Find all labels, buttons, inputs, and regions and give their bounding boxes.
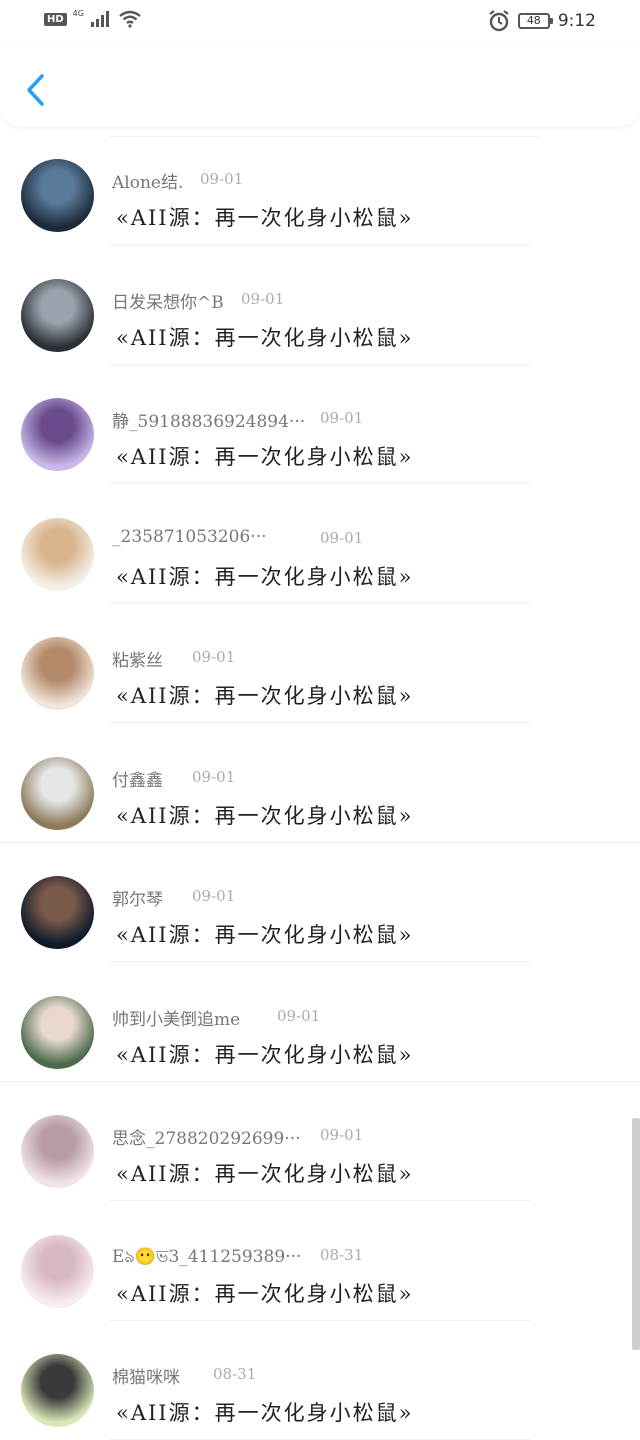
user-name: 棉猫咪咪: [112, 1368, 180, 1388]
avatar[interactable]: [21, 756, 94, 830]
avatar[interactable]: [21, 995, 94, 1069]
user-name: Alone结.: [112, 173, 184, 193]
list-item[interactable]: Eঌ😶ভ3_411259389··· 08-31 «AII源：再一次化身小松鼠»: [0, 1202, 640, 1321]
message-date: 09-01: [192, 648, 236, 666]
avatar[interactable]: [21, 1115, 94, 1188]
list-item[interactable]: Alone结. 09-01 «AII源：再一次化身小松鼠»: [0, 126, 640, 245]
user-name: 粘紫丝: [112, 651, 163, 671]
navigation-bar: [0, 44, 640, 126]
message-date: 09-01: [277, 1006, 321, 1025]
list-item[interactable]: 思念_278820292699··· 09-01 «AII源：再一次化身小松鼠»: [0, 1082, 640, 1201]
user-name: 郭尔琴: [112, 890, 163, 910]
message-text: «AII源：再一次化身小松鼠»: [116, 564, 414, 589]
list-item[interactable]: 粘紫丝 09-01 «AII源：再一次化身小松鼠»: [0, 604, 640, 723]
user-name: _235871053206···: [112, 526, 267, 547]
signal-icon: [90, 11, 109, 27]
message-text: «AII源：再一次化身小松鼠»: [116, 1281, 414, 1306]
avatar[interactable]: [21, 517, 94, 591]
avatar[interactable]: [21, 876, 94, 949]
user-name: 帅到小美倒追me: [112, 1009, 241, 1030]
list-item[interactable]: 日发呆想你^B 09-01 «AII源：再一次化身小松鼠»: [0, 246, 640, 365]
battery-icon: 48: [517, 13, 553, 29]
user-name: Eঌ😶ভ3_411259389···: [112, 1246, 302, 1267]
user-name: 日发呆想你^B: [112, 292, 224, 313]
message-text: «AII源：再一次化身小松鼠»: [116, 684, 414, 708]
wifi-icon: [119, 10, 141, 28]
scrollbar[interactable]: [632, 1118, 640, 1350]
message-date: 09-01: [192, 887, 236, 905]
message-text: «AII源：再一次化身小松鼠»: [116, 325, 414, 350]
message-date: 08-31: [320, 1245, 364, 1264]
message-date: 08-31: [213, 1365, 257, 1383]
hd-badge: HD: [44, 12, 67, 26]
list-item[interactable]: 帅到小美倒追me 09-01 «AII源：再一次化身小松鼠»: [0, 963, 640, 1082]
avatar[interactable]: [21, 1234, 94, 1308]
status-bar: HD 4G 48 9:12: [0, 0, 640, 44]
message-text: «AII源：再一次化身小松鼠»: [116, 1042, 414, 1067]
message-date: 09-01: [320, 528, 364, 547]
avatar[interactable]: [21, 278, 94, 352]
clock: 9:12: [557, 11, 596, 31]
message-text: «AII源：再一次化身小松鼠»: [116, 803, 414, 828]
list-item[interactable]: _235871053206··· 09-01 «AII源：再一次化身小松鼠»: [0, 485, 640, 604]
message-date: 09-01: [192, 767, 236, 786]
message-date: 09-01: [320, 1126, 364, 1144]
avatar[interactable]: [21, 159, 94, 232]
network-type: 4G: [72, 8, 84, 18]
message-text: «AII源：再一次化身小松鼠»: [116, 1162, 414, 1186]
alarm-icon: [489, 10, 509, 32]
message-text: «AII源：再一次化身小松鼠»: [116, 923, 414, 947]
avatar[interactable]: [21, 1354, 94, 1427]
avatar[interactable]: [21, 398, 94, 471]
message-date: 09-01: [320, 409, 364, 427]
message-text: «AII源：再一次化身小松鼠»: [116, 206, 414, 230]
message-date: 09-01: [241, 289, 285, 308]
status-left: HD 4G: [44, 8, 142, 28]
message-date: 09-01: [200, 170, 244, 188]
message-text: «AII源：再一次化身小松鼠»: [116, 1401, 414, 1425]
message-text: «AII源：再一次化身小松鼠»: [116, 445, 414, 469]
list-item[interactable]: 静_59188836924894··· 09-01 «AII源：再一次化身小松鼠»: [0, 365, 640, 484]
chevron-left-icon[interactable]: [22, 72, 48, 108]
list-item[interactable]: 付鑫鑫 09-01 «AII源：再一次化身小松鼠»: [0, 724, 640, 843]
avatar[interactable]: [21, 637, 94, 710]
list-item[interactable]: 郭尔琴 09-01 «AII源：再一次化身小松鼠»: [0, 843, 640, 962]
message-list: Alone结. 09-01 «AII源：再一次化身小松鼠» 日发呆想你^B 09-01 «…: [0, 126, 640, 1440]
user-name: 静_59188836924894···: [112, 412, 306, 432]
list-item[interactable]: 棉猫咪咪 08-31 «AII源：再一次化身小松鼠»: [0, 1321, 640, 1440]
user-name: 思念_278820292699···: [112, 1129, 301, 1149]
user-name: 付鑫鑫: [112, 770, 163, 791]
status-right: 48 9:12: [488, 10, 596, 32]
